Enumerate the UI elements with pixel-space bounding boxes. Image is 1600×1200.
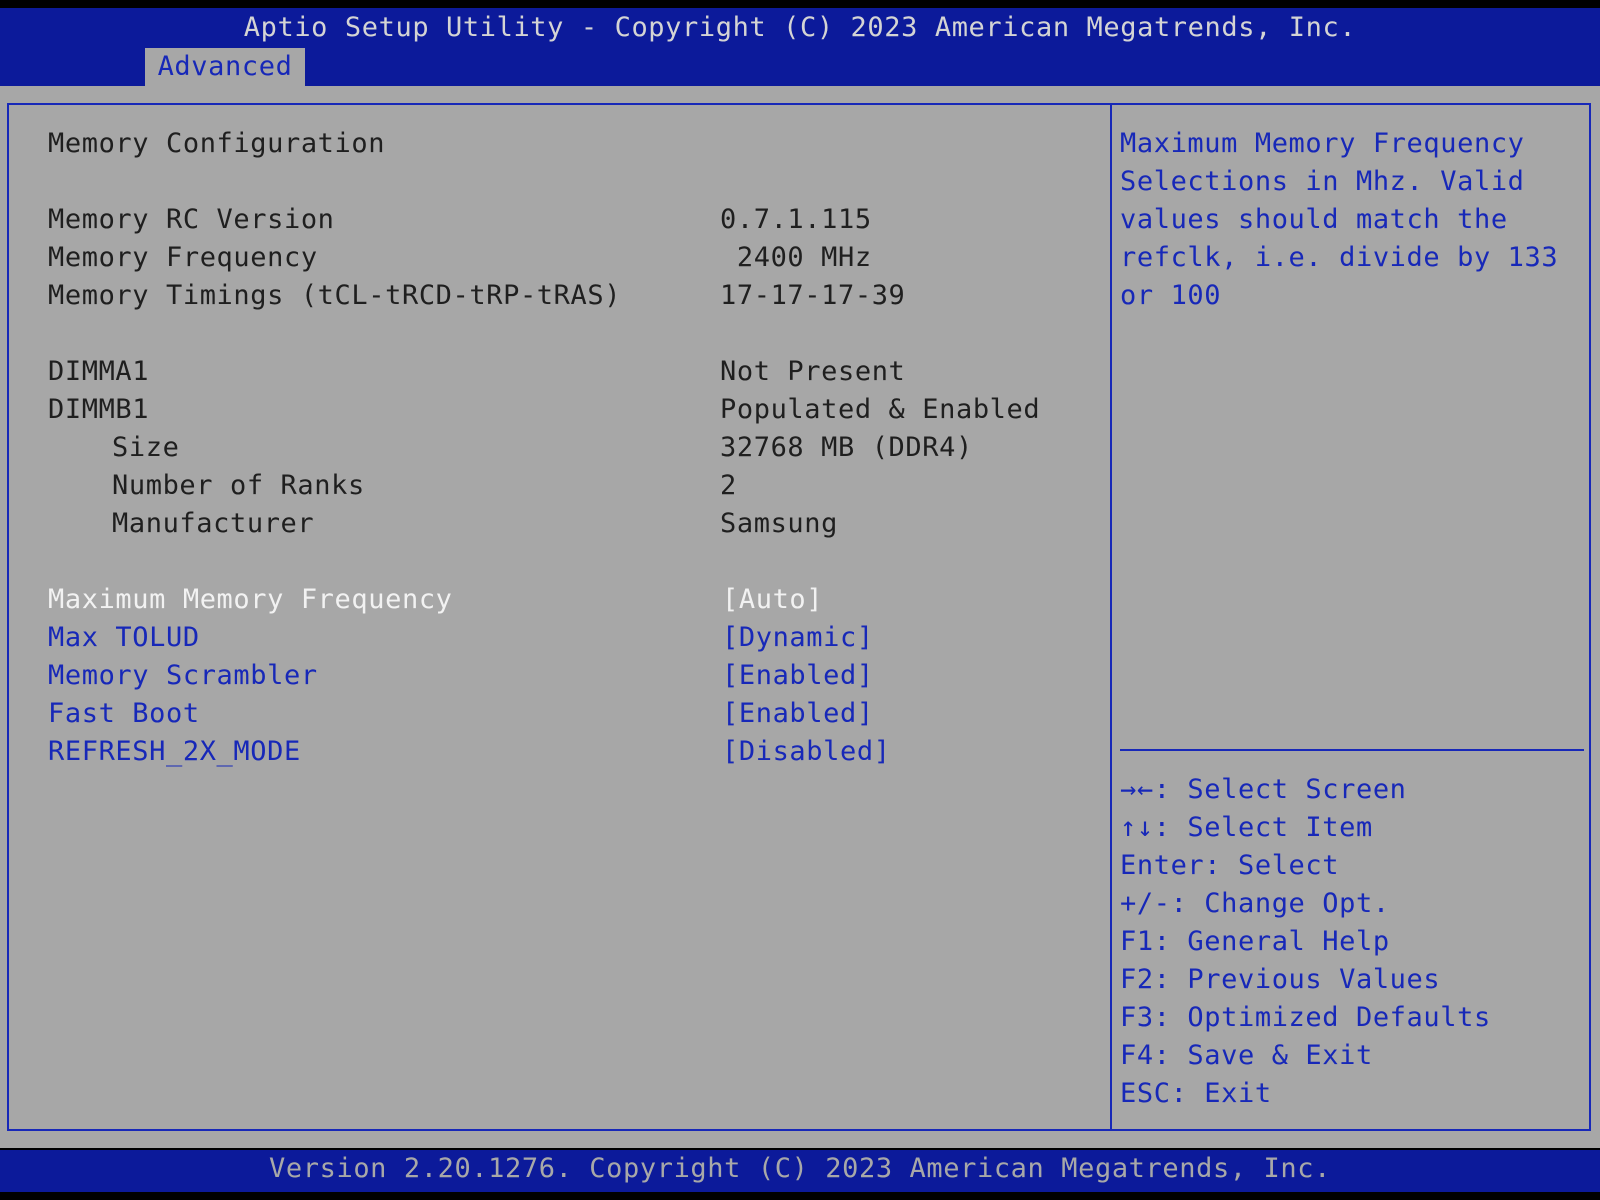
info-value-dimma1: Not Present <box>720 356 906 387</box>
option-value-max-tolud[interactable]: [Dynamic] <box>722 620 874 656</box>
key-legend-previous-values: F2: Previous Values <box>1120 964 1441 995</box>
footer-version-text: Version 2.20.1276. Copyright (C) 2023 Am… <box>269 1153 1331 1184</box>
info-value-dimmb1: Populated & Enabled <box>720 394 1041 425</box>
info-value-memory-timings: 17-17-17-39 <box>720 280 906 311</box>
key-legend-esc-exit: ESC: Exit <box>1120 1078 1272 1109</box>
info-value-number-of-ranks: 2 <box>720 470 737 501</box>
option-value-fast-boot[interactable]: [Enabled] <box>722 696 874 732</box>
key-legend-save-exit: F4: Save & Exit <box>1120 1040 1373 1071</box>
option-memory-scrambler[interactable]: Memory Scrambler <box>48 658 318 694</box>
key-legend-select-item: ↑↓: Select Item <box>1120 812 1373 843</box>
option-value-maximum-memory-frequency[interactable]: [Auto] <box>722 582 823 618</box>
tab-advanced[interactable]: Advanced <box>145 48 305 86</box>
option-maximum-memory-frequency[interactable]: Maximum Memory Frequency <box>48 582 453 618</box>
option-refresh-2x-mode[interactable]: REFRESH_2X_MODE <box>48 734 301 770</box>
key-legend-enter-select: Enter: Select <box>1120 850 1340 881</box>
help-text-line: refclk, i.e. divide by 133 <box>1120 242 1559 273</box>
help-text-line: Maximum Memory Frequency <box>1120 128 1525 159</box>
option-max-tolud[interactable]: Max TOLUD <box>48 620 200 656</box>
key-legend-change-opt: +/-: Change Opt. <box>1120 888 1390 919</box>
info-label-memory-frequency: Memory Frequency <box>48 242 318 273</box>
info-label-manufacturer: Manufacturer <box>112 508 315 539</box>
section-title: Memory Configuration <box>48 128 386 159</box>
info-label-memory-timings: Memory Timings (tCL-tRCD-tRP-tRAS) <box>48 280 622 311</box>
window-title: Aptio Setup Utility - Copyright (C) 2023… <box>243 12 1357 43</box>
key-legend-select-screen: →←: Select Screen <box>1120 774 1407 805</box>
panel-divider-vertical <box>1110 103 1112 1131</box>
help-text-line: values should match the <box>1120 204 1508 235</box>
info-label-dimma1: DIMMA1 <box>48 356 150 387</box>
help-text-line: or 100 <box>1120 280 1222 311</box>
key-legend-general-help: F1: General Help <box>1120 926 1390 957</box>
info-label-rc-version: Memory RC Version <box>48 204 335 235</box>
option-fast-boot[interactable]: Fast Boot <box>48 696 200 732</box>
info-label-size: Size <box>112 432 180 463</box>
info-label-number-of-ranks: Number of Ranks <box>112 470 365 501</box>
key-legend-optimized-defaults: F3: Optimized Defaults <box>1120 1002 1491 1033</box>
info-value-memory-frequency: 2400 MHz <box>720 242 872 273</box>
option-value-refresh-2x-mode[interactable]: [Disabled] <box>722 734 891 770</box>
option-value-memory-scrambler[interactable]: [Enabled] <box>722 658 874 694</box>
info-label-dimmb1: DIMMB1 <box>48 394 150 425</box>
info-value-manufacturer: Samsung <box>720 508 838 539</box>
panel-divider-horizontal <box>1120 749 1584 751</box>
help-text-line: Selections in Mhz. Valid <box>1120 166 1525 197</box>
info-value-rc-version: 0.7.1.115 <box>720 204 872 235</box>
info-value-size: 32768 MB (DDR4) <box>720 432 973 463</box>
